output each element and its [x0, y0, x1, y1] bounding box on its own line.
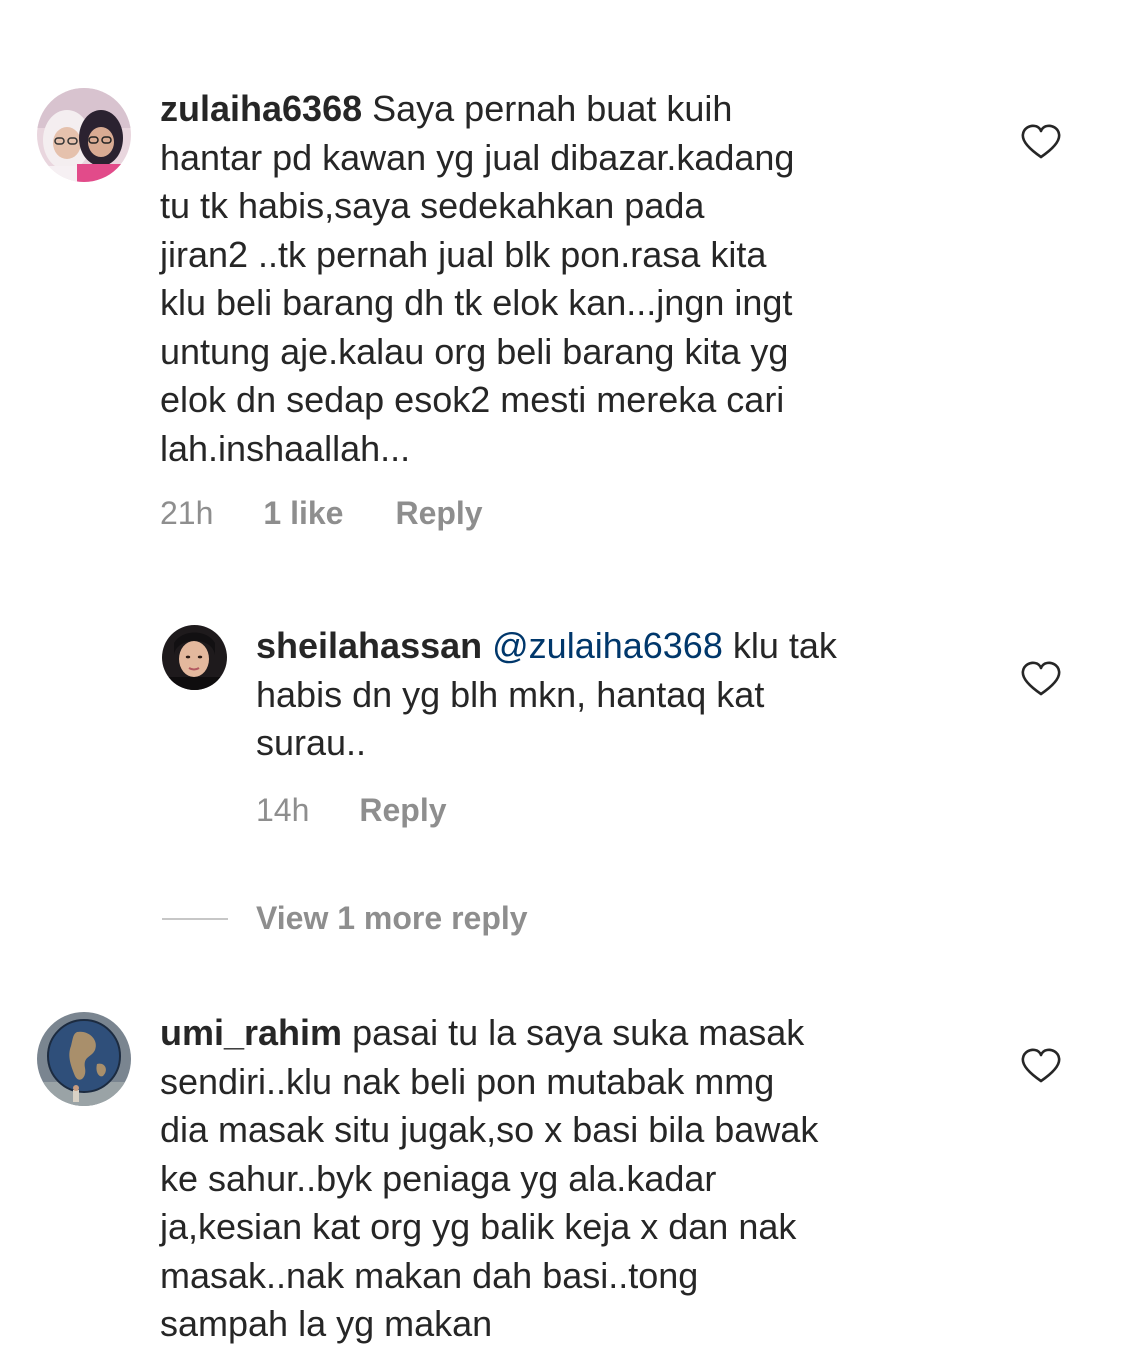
view-more-replies-label[interactable]: View 1 more reply	[256, 900, 528, 937]
comment-text: sheilahassan @zulaiha6368 klu tak habis …	[256, 622, 1006, 768]
comment-meta: 14h Reply	[256, 792, 447, 829]
reply-button[interactable]: Reply	[359, 792, 446, 829]
mention-link[interactable]: @zulaiha6368	[492, 625, 723, 666]
divider	[162, 917, 228, 920]
comment-line: sheilahassan @zulaiha6368 klu tak	[256, 622, 1006, 671]
comment-line: elok dn sedap esok2 mesti mereka cari	[160, 379, 785, 420]
comment-line: umi_rahim pasai tu la saya suka masak	[160, 1009, 1010, 1058]
avatar[interactable]	[37, 88, 131, 182]
comment-line-text: pasai tu la saya suka masak	[342, 1012, 805, 1053]
like-count[interactable]: 1 like	[263, 495, 343, 532]
view-more-replies[interactable]: View 1 more reply	[162, 900, 528, 937]
comment-timestamp: 21h	[160, 495, 214, 531]
comment-line-text: Saya pernah buat kuih	[362, 88, 733, 129]
heart-icon[interactable]	[1021, 661, 1061, 697]
comment-timestamp: 14h	[256, 792, 310, 828]
comment-line: dia masak situ jugak,so x basi bila bawa…	[160, 1109, 819, 1150]
comment-username[interactable]: sheilahassan	[256, 625, 482, 666]
comment-username[interactable]: umi_rahim	[160, 1012, 342, 1053]
heart-icon[interactable]	[1021, 1048, 1061, 1084]
comment-line: klu beli barang dh tk elok kan...jngn in…	[160, 282, 793, 323]
comment-line: sendiri..klu nak beli pon mutabak mmg	[160, 1060, 775, 1102]
comment-line: lah.inshaallah...	[160, 427, 411, 469]
comment-line: masak..nak makan dah basi..tong	[160, 1254, 699, 1296]
comment-username[interactable]: zulaiha6368	[160, 88, 362, 129]
comment-line: surau..	[256, 722, 367, 763]
comment-line: ja,kesian kat org yg balik keja x dan na…	[160, 1206, 797, 1247]
comment-line-text: klu tak	[722, 625, 837, 666]
comment-text: zulaiha6368 Saya pernah buat kuih hantar…	[160, 85, 1010, 473]
comment-line: zulaiha6368 Saya pernah buat kuih	[160, 85, 1010, 134]
comment-line: untung aje.kalau org beli barang kita yg	[160, 330, 789, 372]
comment-line: jiran2 ..tk pernah jual blk pon.rasa kit…	[160, 233, 767, 275]
avatar[interactable]	[162, 625, 227, 690]
comment-line: hantar pd kawan yg jual dibazar.kadang	[160, 136, 795, 178]
comment-line: habis dn yg blh mkn, hantaq kat	[256, 673, 765, 715]
comment-line: ke sahur..byk peniaga yg ala.kadar	[160, 1157, 717, 1199]
heart-icon[interactable]	[1021, 124, 1061, 160]
comment-text: umi_rahim pasai tu la saya suka masak se…	[160, 1009, 1010, 1349]
reply-button[interactable]: Reply	[395, 495, 482, 532]
comment-meta: 21h 1 like Reply	[160, 495, 483, 532]
comment-line: sampah la yg makan	[160, 1303, 493, 1344]
comment-line: tu tk habis,saya sedekahkan pada	[160, 185, 705, 226]
avatar[interactable]	[37, 1012, 131, 1106]
